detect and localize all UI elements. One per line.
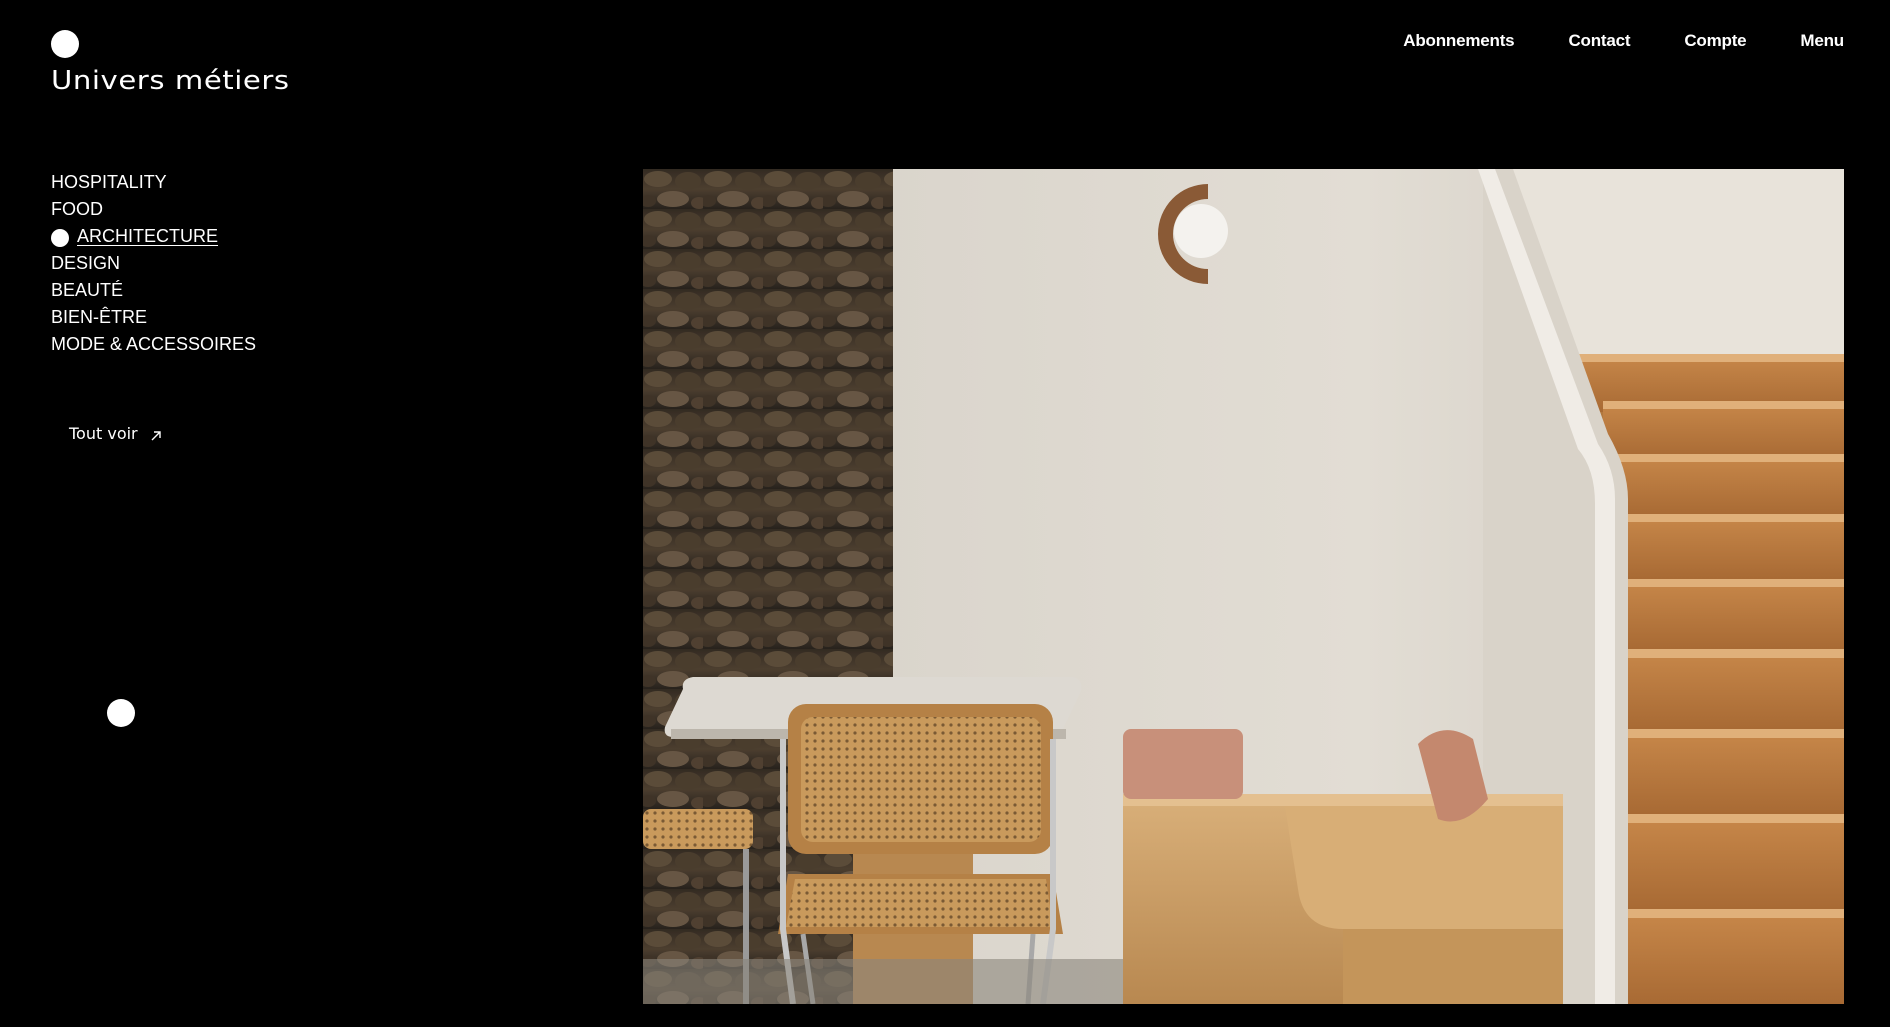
see-all-label: Tout voir xyxy=(69,424,138,443)
nav-compte-link[interactable]: Compte xyxy=(1684,31,1746,51)
category-label: FOOD xyxy=(51,199,103,219)
see-all-link[interactable]: Tout voir xyxy=(69,424,162,443)
category-item-beaute[interactable]: BEAUTÉ xyxy=(51,277,256,304)
category-item-bien-etre[interactable]: BIEN-ÊTRE xyxy=(51,304,256,331)
top-navigation: Abonnements Contact Compte Menu xyxy=(1403,31,1844,51)
arrow-up-right-icon xyxy=(151,430,161,440)
hero-image xyxy=(643,169,1844,1004)
cursor-dot xyxy=(107,699,135,727)
category-label: MODE & ACCESSOIRES xyxy=(51,334,257,354)
category-label: BIEN-ÊTRE xyxy=(51,307,148,327)
category-label: ARCHITECTURE xyxy=(77,226,219,246)
category-label: DESIGN xyxy=(51,253,121,273)
nav-abonnements-link[interactable]: Abonnements xyxy=(1403,31,1514,51)
category-list: HOSPITALITY FOOD ARCHITECTURE DESIGN BEA… xyxy=(51,169,256,358)
category-label: BEAUTÉ xyxy=(51,280,124,300)
active-indicator-dot xyxy=(51,228,69,247)
category-item-food[interactable]: FOOD xyxy=(51,196,256,223)
category-item-hospitality[interactable]: HOSPITALITY xyxy=(51,169,256,196)
nav-menu-link[interactable]: Menu xyxy=(1800,31,1844,51)
category-item-mode-accessoires[interactable]: MODE & ACCESSOIRES xyxy=(51,331,256,358)
logo-dot[interactable] xyxy=(51,30,79,58)
category-item-architecture[interactable]: ARCHITECTURE xyxy=(51,223,256,250)
brand-title[interactable]: Univers métiers xyxy=(51,66,290,96)
category-label: HOSPITALITY xyxy=(51,172,167,192)
interior-photo xyxy=(643,169,1844,1004)
nav-contact-link[interactable]: Contact xyxy=(1568,31,1630,51)
category-item-design[interactable]: DESIGN xyxy=(51,250,256,277)
